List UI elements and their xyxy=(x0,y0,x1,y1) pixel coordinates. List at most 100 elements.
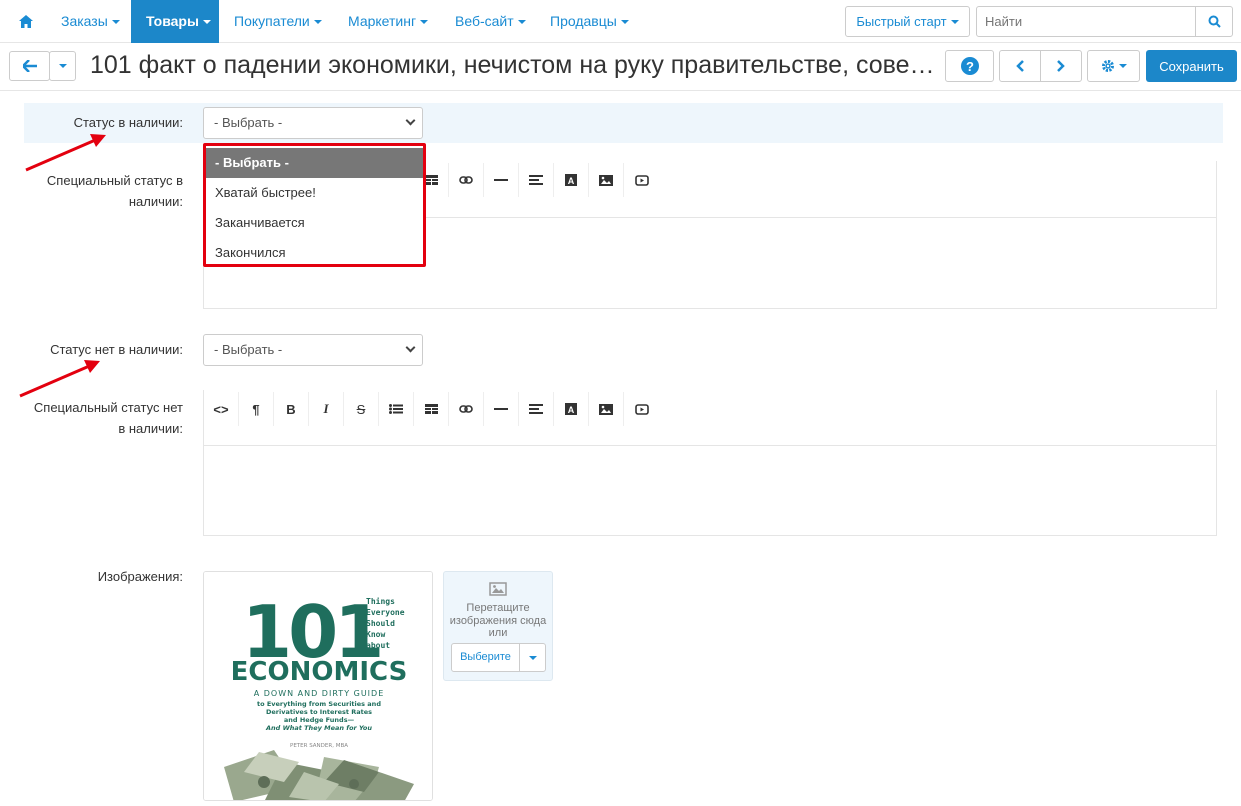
nav-orders-label: Заказы xyxy=(61,13,108,29)
dropdown-option[interactable]: Заканчивается xyxy=(206,208,423,238)
strike-label: S xyxy=(356,401,366,417)
horizontal-rule-icon[interactable] xyxy=(484,163,519,197)
book-side-text: Should xyxy=(366,619,395,628)
special-out-of-stock-editor[interactable]: <> ¶ B I S A xyxy=(203,390,1217,536)
nav-customers[interactable]: Покупатели xyxy=(219,0,337,43)
bold-label: B xyxy=(286,401,296,417)
svg-text:?: ? xyxy=(966,59,974,74)
dropdown-option[interactable]: Хватай быстрее! xyxy=(206,178,423,208)
svg-text:A: A xyxy=(568,405,575,415)
nav-vendors-label: Продавцы xyxy=(550,13,617,29)
arrow-left-icon xyxy=(22,60,37,72)
dropzone-text: Перетащите изображения сюда или xyxy=(449,602,547,639)
svg-text:A: A xyxy=(568,176,575,186)
gear-icon xyxy=(1101,60,1114,72)
paragraph-label: ¶ xyxy=(252,401,260,417)
book-subtitle: And What They Mean for You xyxy=(265,724,372,732)
settings-button[interactable] xyxy=(1087,50,1140,82)
bold-icon[interactable]: B xyxy=(274,392,309,426)
book-side-text: Things xyxy=(366,596,395,606)
link-icon[interactable] xyxy=(449,392,484,426)
image-icon[interactable] xyxy=(589,392,624,426)
editor-toolbar: <> ¶ B I S A xyxy=(204,390,1216,446)
book-side-text: Know xyxy=(366,630,385,639)
choose-file-group: Выберите xyxy=(451,643,546,672)
choose-file-dropdown[interactable] xyxy=(520,644,545,671)
book-subtitle: and Hedge Funds— xyxy=(284,716,355,724)
book-subtitle: A DOWN AND DIRTY GUIDE xyxy=(254,689,385,698)
out-of-stock-status-value: - Выбрать - xyxy=(214,342,283,357)
book-subtitle: to Everything from Securities and xyxy=(257,700,381,708)
nav-orders[interactable]: Заказы xyxy=(46,0,135,43)
horizontal-rule-icon[interactable] xyxy=(484,392,519,426)
list-icon[interactable] xyxy=(379,392,414,426)
book-side-text: about xyxy=(366,641,390,650)
caret-down-icon xyxy=(58,64,67,68)
page-title: 101 факт о падении экономики, нечистом н… xyxy=(90,51,935,79)
book-side-text: Everyone xyxy=(366,608,405,617)
save-button[interactable]: Сохранить xyxy=(1146,50,1237,82)
product-image-thumbnail[interactable]: 101 Things Everyone Should Know about EC… xyxy=(203,571,433,801)
in-stock-status-value: - Выбрать - xyxy=(214,115,283,130)
video-icon[interactable] xyxy=(624,392,659,426)
chevron-left-icon xyxy=(1016,60,1024,72)
nav-marketing-label: Маркетинг xyxy=(348,13,417,29)
images-label: Изображения: xyxy=(97,569,183,584)
annotation-arrow xyxy=(19,360,100,398)
nav-products-label: Товары xyxy=(146,13,199,29)
dropdown-option[interactable]: - Выбрать - xyxy=(206,148,423,178)
nav-products[interactable]: Товары xyxy=(131,0,219,43)
top-navigation: Заказы Товары Покупатели Маркетинг Веб-с… xyxy=(0,0,1241,43)
chevron-down-icon xyxy=(405,342,416,353)
code-label: <> xyxy=(213,401,229,417)
out-of-stock-status-select[interactable]: - Выбрать - xyxy=(203,334,423,366)
paragraph-icon[interactable]: ¶ xyxy=(239,392,274,426)
quick-start-label: Быстрый старт xyxy=(856,14,947,29)
caret-down-icon xyxy=(528,655,537,660)
italic-label: I xyxy=(323,401,329,416)
in-stock-status-select[interactable]: - Выбрать - xyxy=(203,107,423,139)
back-dropdown-button[interactable] xyxy=(49,51,76,81)
image-dropzone[interactable]: Перетащите изображения сюда или Выберите xyxy=(443,571,553,681)
search-input[interactable] xyxy=(977,7,1197,36)
nav-marketing[interactable]: Маркетинг xyxy=(333,0,443,43)
italic-icon[interactable]: I xyxy=(309,392,344,426)
help-button[interactable]: ? xyxy=(945,50,994,82)
search-icon[interactable] xyxy=(1195,7,1232,36)
choose-file-button[interactable]: Выберите xyxy=(452,644,520,671)
book-title: ECONOMICS xyxy=(231,657,408,687)
book-author: PETER SANDER, MBA xyxy=(290,743,348,749)
special-out-of-stock-label: Специальный статус нет в наличии: xyxy=(33,400,183,436)
nav-website-label: Веб-сайт xyxy=(455,13,514,29)
next-button[interactable] xyxy=(1040,50,1082,82)
title-bar: 101 факт о падении экономики, нечистом н… xyxy=(0,43,1241,91)
nav-vendors[interactable]: Продавцы xyxy=(535,0,644,43)
video-icon[interactable] xyxy=(624,163,659,197)
image-icon[interactable] xyxy=(589,163,624,197)
link-icon[interactable] xyxy=(449,163,484,197)
in-stock-status-dropdown: - Выбрать - Хватай быстрее! Заканчиваетс… xyxy=(203,143,426,267)
strikethrough-icon[interactable]: S xyxy=(344,392,379,426)
chevron-right-icon xyxy=(1057,60,1065,72)
dropdown-option[interactable]: Закончился xyxy=(206,238,423,268)
text-color-icon[interactable]: A xyxy=(554,163,589,197)
book-subtitle: Derivatives to Interest Rates xyxy=(266,708,372,716)
nav-website[interactable]: Веб-сайт xyxy=(440,0,541,43)
search-box xyxy=(976,6,1233,37)
align-icon[interactable] xyxy=(519,163,554,197)
code-icon[interactable]: <> xyxy=(204,392,239,426)
previous-button[interactable] xyxy=(999,50,1041,82)
home-icon[interactable] xyxy=(8,0,44,43)
chevron-down-icon xyxy=(405,115,416,126)
back-button[interactable] xyxy=(9,51,50,81)
image-placeholder-icon xyxy=(444,582,552,599)
align-icon[interactable] xyxy=(519,392,554,426)
annotation-arrow xyxy=(25,134,106,172)
question-icon: ? xyxy=(960,57,979,75)
book-cover-image: 101 Things Everyone Should Know about EC… xyxy=(204,572,432,800)
nav-customers-label: Покупатели xyxy=(234,13,310,29)
quick-start-button[interactable]: Быстрый старт xyxy=(845,6,970,37)
table-icon[interactable] xyxy=(414,392,449,426)
text-color-icon[interactable]: A xyxy=(554,392,589,426)
special-in-stock-label: Специальный статус в наличии: xyxy=(46,173,183,209)
